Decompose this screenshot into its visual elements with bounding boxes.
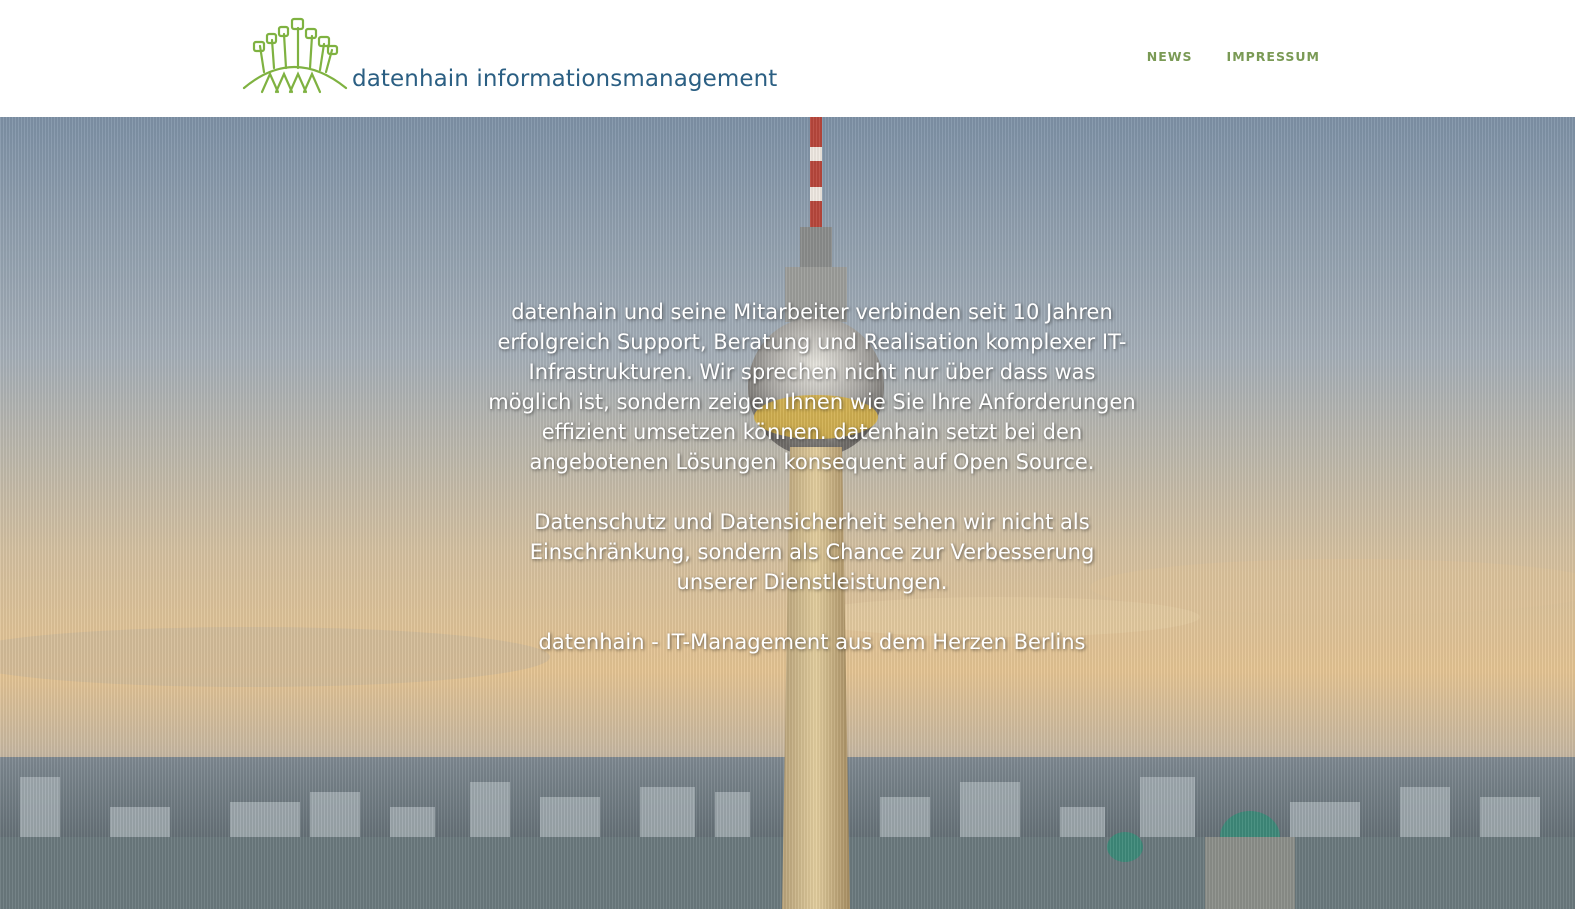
nav-news[interactable]: NEWS [1147,49,1193,64]
tree-logo-icon [242,17,348,94]
hero-intro-text: datenhain und seine Mitarbeiter verbinde… [487,297,1137,687]
logo-wordmark: datenhain informationsmanagement [352,66,778,92]
hero-paragraph-tagline: datenhain - IT-Management aus dem Herzen… [538,630,1086,654]
main-nav: NEWS IMPRESSUM [1147,49,1320,64]
logo-link[interactable]: datenhain informationsmanagement [242,16,777,94]
hero-paragraph-privacy: Datenschutz und Datensicherheit sehen wi… [529,510,1095,594]
nav-impressum[interactable]: IMPRESSUM [1227,49,1320,64]
hero-paragraph-about: datenhain und seine Mitarbeiter verbinde… [488,300,1136,474]
hero-section: datenhain und seine Mitarbeiter verbinde… [0,117,1575,909]
site-header: datenhain informationsmanagement NEWS IM… [0,0,1575,117]
